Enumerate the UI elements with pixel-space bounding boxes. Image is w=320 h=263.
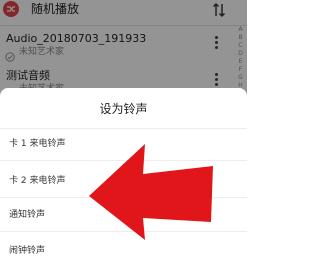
dialog-title: 设为铃声: [99, 102, 148, 116]
option-label: 卡 1 来电铃声: [9, 139, 66, 149]
music-player-screen: 随机播放 Audio_20180703_191933 未知艺术家 测试音频 A …: [0, 0, 247, 263]
red-arrow-annotation: [85, 138, 217, 243]
option-label: 闹钟铃声: [9, 246, 46, 256]
option-label: 通知铃声: [9, 210, 46, 220]
option-label: 卡 2 来电铃声: [9, 176, 66, 186]
